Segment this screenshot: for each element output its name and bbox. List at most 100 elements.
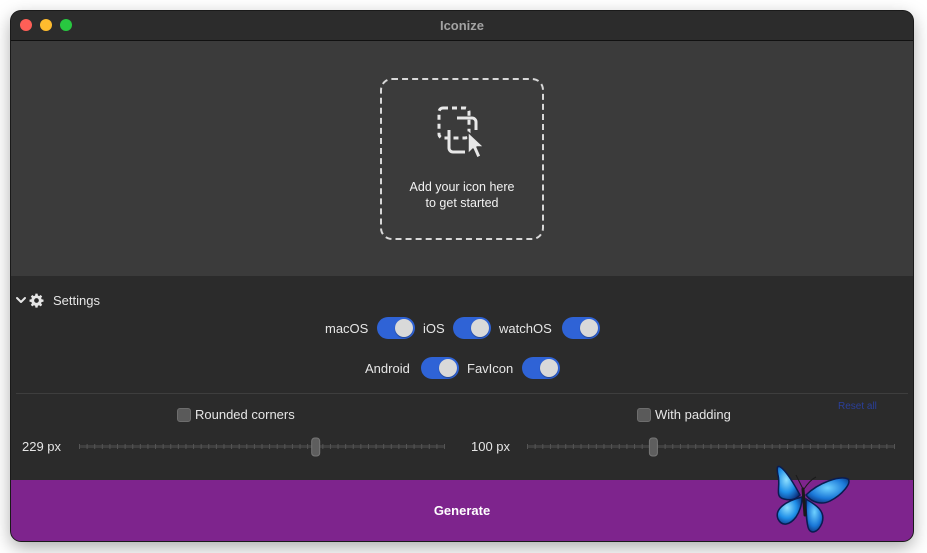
- slider-tick: [79, 444, 80, 449]
- slider-tick: [200, 444, 202, 449]
- slider-tick: [269, 444, 271, 449]
- slider-tick: [329, 444, 331, 449]
- toggle-knob: [471, 319, 489, 337]
- toggle-knob: [540, 359, 558, 377]
- rounded-corners-checkbox[interactable]: [177, 408, 191, 422]
- slider-thumb[interactable]: [311, 437, 321, 457]
- slider-tick: [733, 444, 735, 449]
- slider-tick: [367, 444, 369, 449]
- toggle-knob: [395, 319, 413, 337]
- slider-tick: [894, 444, 895, 449]
- slider-tick: [276, 444, 278, 449]
- settings-divider: [16, 393, 908, 394]
- icon-drop-zone[interactable]: Add your icon here to get started: [380, 78, 544, 240]
- slider-tick: [549, 444, 551, 449]
- slider-tick: [618, 444, 620, 449]
- corner-radius-slider[interactable]: [79, 437, 445, 457]
- corner-radius-value: 229 px: [22, 439, 62, 454]
- slider-tick: [878, 444, 880, 449]
- slider-tick: [527, 444, 528, 449]
- slider-tick: [405, 444, 407, 449]
- slider-thumb[interactable]: [648, 437, 658, 457]
- slider-tick: [360, 444, 362, 449]
- slider-tick: [322, 444, 324, 449]
- slider-tick: [246, 444, 248, 449]
- slider-tick: [534, 444, 536, 449]
- slider-tick: [177, 444, 179, 449]
- slider-tick: [634, 444, 636, 449]
- settings-label: Settings: [53, 293, 100, 308]
- slider-tick: [565, 444, 567, 449]
- slider-tick: [94, 444, 96, 449]
- toggle-knob: [580, 319, 598, 337]
- slider-tick: [291, 444, 293, 449]
- favicon-toggle[interactable]: [522, 357, 560, 379]
- slider-tick: [718, 444, 720, 449]
- with-padding-checkbox[interactable]: [637, 408, 651, 422]
- slider-tick: [139, 444, 141, 449]
- with-padding-label: With padding: [655, 407, 731, 422]
- slider-tick: [215, 444, 217, 449]
- drop-zone-text-line-1: Add your icon here: [409, 180, 515, 194]
- slider-tick: [871, 444, 873, 449]
- rounded-corners-label: Rounded corners: [195, 407, 295, 422]
- slider-tick: [421, 444, 423, 449]
- slider-tick: [253, 444, 255, 449]
- slider-tick: [595, 444, 597, 449]
- watchos-toggle[interactable]: [562, 317, 600, 339]
- slider-tick: [672, 444, 674, 449]
- slider-tick: [572, 444, 574, 449]
- drop-zone-text-line-2: to get started: [425, 196, 499, 210]
- slider-tick: [725, 444, 727, 449]
- reset-link[interactable]: Reset all: [838, 401, 877, 412]
- slider-tick: [398, 444, 400, 449]
- slider-tick: [124, 444, 126, 449]
- select-image-cursor-icon: [437, 106, 485, 159]
- toggle-knob: [439, 359, 457, 377]
- slider-tick: [588, 444, 590, 449]
- app-window: Iconize Add your icon here to get starte…: [11, 11, 913, 541]
- android-toggle[interactable]: [421, 357, 459, 379]
- slider-tick: [101, 444, 103, 449]
- slider-tick: [223, 444, 225, 449]
- slider-tick: [748, 444, 750, 449]
- slider-tick: [170, 444, 172, 449]
- slider-tick: [687, 444, 689, 449]
- ios-label: iOS: [423, 321, 445, 336]
- favicon-label: FavIcon: [467, 361, 514, 376]
- slider-tick: [299, 444, 301, 449]
- slider-tick: [162, 444, 164, 449]
- window-title: Iconize: [439, 18, 485, 33]
- slider-tick: [557, 444, 559, 449]
- slider-tick: [238, 444, 240, 449]
- watchos-label: watchOS: [499, 321, 552, 336]
- gear-icon: [29, 293, 44, 308]
- macos-label: macOS: [325, 321, 369, 336]
- slider-tick: [695, 444, 697, 449]
- slider-tick: [155, 444, 157, 449]
- slider-tick: [375, 444, 377, 449]
- slider-tick: [352, 444, 354, 449]
- slider-tick: [710, 444, 712, 449]
- slider-tick: [86, 444, 88, 449]
- butterfly-icon: [776, 465, 850, 533]
- slider-tick: [444, 444, 445, 449]
- slider-tick: [208, 444, 210, 449]
- padding-value: 100 px: [471, 439, 511, 454]
- slider-tick: [580, 444, 582, 449]
- slider-tick: [390, 444, 392, 449]
- drop-area: Add your icon here to get started: [11, 41, 913, 276]
- slider-tick: [185, 444, 187, 449]
- slider-tick: [132, 444, 134, 449]
- macos-toggle[interactable]: [377, 317, 415, 339]
- slider-tick: [664, 444, 666, 449]
- slider-tick: [284, 444, 286, 449]
- slider-tick: [231, 444, 233, 449]
- slider-tick: [383, 444, 385, 449]
- slider-tick: [611, 444, 613, 449]
- ios-toggle[interactable]: [453, 317, 491, 339]
- slider-tick: [603, 444, 605, 449]
- slider-tick: [193, 444, 195, 449]
- slider-tick: [109, 444, 111, 449]
- slider-tick: [886, 444, 888, 449]
